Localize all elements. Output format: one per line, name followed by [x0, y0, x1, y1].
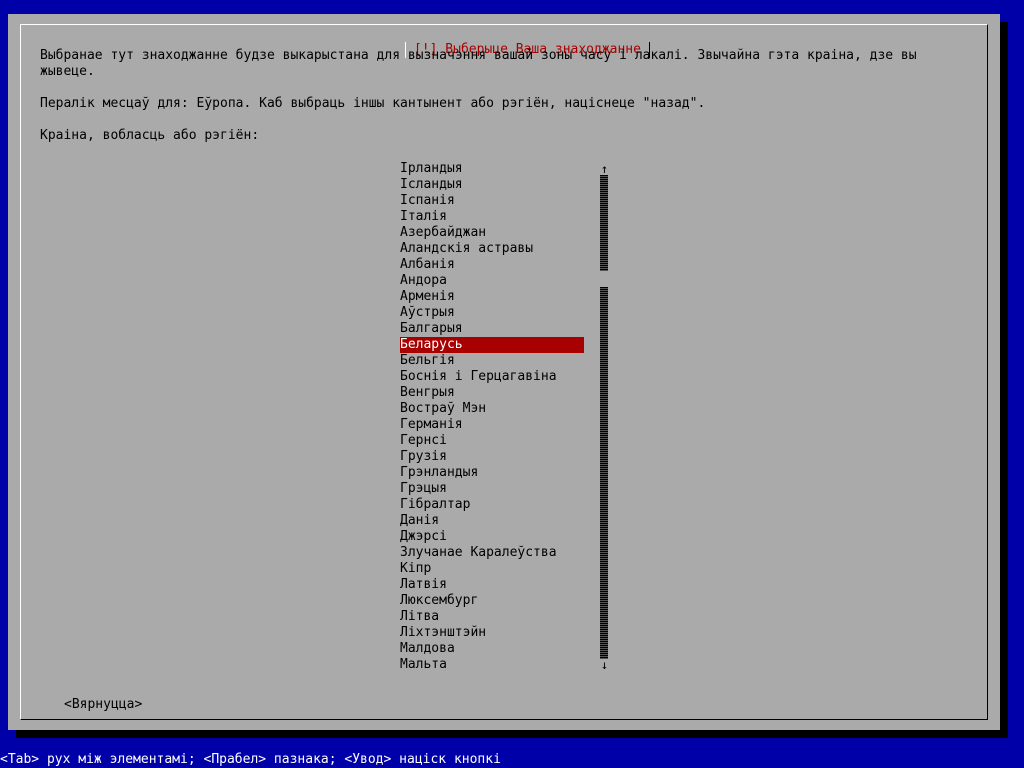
- list-item[interactable]: Люксембург: [400, 593, 584, 609]
- list-item[interactable]: Злучанае Каралеўства: [400, 545, 584, 561]
- list-item[interactable]: Грузія: [400, 449, 584, 465]
- location-dialog: [!] Выберыце Ваша знаходжанне Выбранае т…: [8, 14, 1000, 730]
- region-note: Пералік месцаў для: Еўропа. Каб выбраць …: [40, 96, 706, 111]
- list-item[interactable]: Грэцыя: [400, 481, 584, 497]
- scroll-down-arrow-icon[interactable]: ↓: [600, 657, 609, 673]
- list-item[interactable]: Джэрсі: [400, 529, 584, 545]
- scroll-track-upper[interactable]: [600, 175, 608, 271]
- list-item[interactable]: Андора: [400, 273, 584, 289]
- list-label: Краіна, вобласць або рэгіён:: [40, 128, 260, 143]
- list-item[interactable]: Грэнландыя: [400, 465, 584, 481]
- list-item[interactable]: Венгрыя: [400, 385, 584, 401]
- list-item[interactable]: Мальта: [400, 657, 584, 673]
- list-item[interactable]: Арменія: [400, 289, 584, 305]
- list-item[interactable]: Латвія: [400, 577, 584, 593]
- list-item[interactable]: Германія: [400, 417, 584, 433]
- list-item[interactable]: Італія: [400, 209, 584, 225]
- back-button[interactable]: <Вярнуцца>: [64, 697, 142, 713]
- scroll-track-lower[interactable]: [600, 287, 608, 659]
- list-item[interactable]: Ірландыя: [400, 161, 584, 177]
- list-item[interactable]: Албанія: [400, 257, 584, 273]
- list-item[interactable]: Аўстрыя: [400, 305, 584, 321]
- list-item[interactable]: Ісландыя: [400, 177, 584, 193]
- description-line-2: жывеце.: [40, 64, 95, 79]
- list-item[interactable]: Гернсі: [400, 433, 584, 449]
- list-item[interactable]: Аландскія астравы: [400, 241, 584, 257]
- list-item[interactable]: Іспанія: [400, 193, 584, 209]
- list-item[interactable]: Малдова: [400, 641, 584, 657]
- list-scrollbar[interactable]: ↑ ↓: [600, 161, 609, 673]
- list-item[interactable]: Ліхтэнштэйн: [400, 625, 584, 641]
- list-item[interactable]: Данія: [400, 513, 584, 529]
- list-item[interactable]: Бельгія: [400, 353, 584, 369]
- list-item[interactable]: Беларусь: [400, 337, 584, 353]
- list-item[interactable]: Кіпр: [400, 561, 584, 577]
- list-item[interactable]: Востраў Мэн: [400, 401, 584, 417]
- status-bar: <Tab> рух між элементамі; <Прабел> пазна…: [0, 752, 501, 767]
- list-item[interactable]: Боснія і Герцагавіна: [400, 369, 584, 385]
- list-item[interactable]: Азербайджан: [400, 225, 584, 241]
- list-item[interactable]: Балгарыя: [400, 321, 584, 337]
- list-item[interactable]: Літва: [400, 609, 584, 625]
- description-line-1: Выбранае тут знаходжанне будзе выкарыста…: [40, 48, 917, 63]
- country-list[interactable]: Ірландыя Ісландыя Іспанія Італія Азербайджан…: [400, 161, 584, 673]
- list-item[interactable]: Гібралтар: [400, 497, 584, 513]
